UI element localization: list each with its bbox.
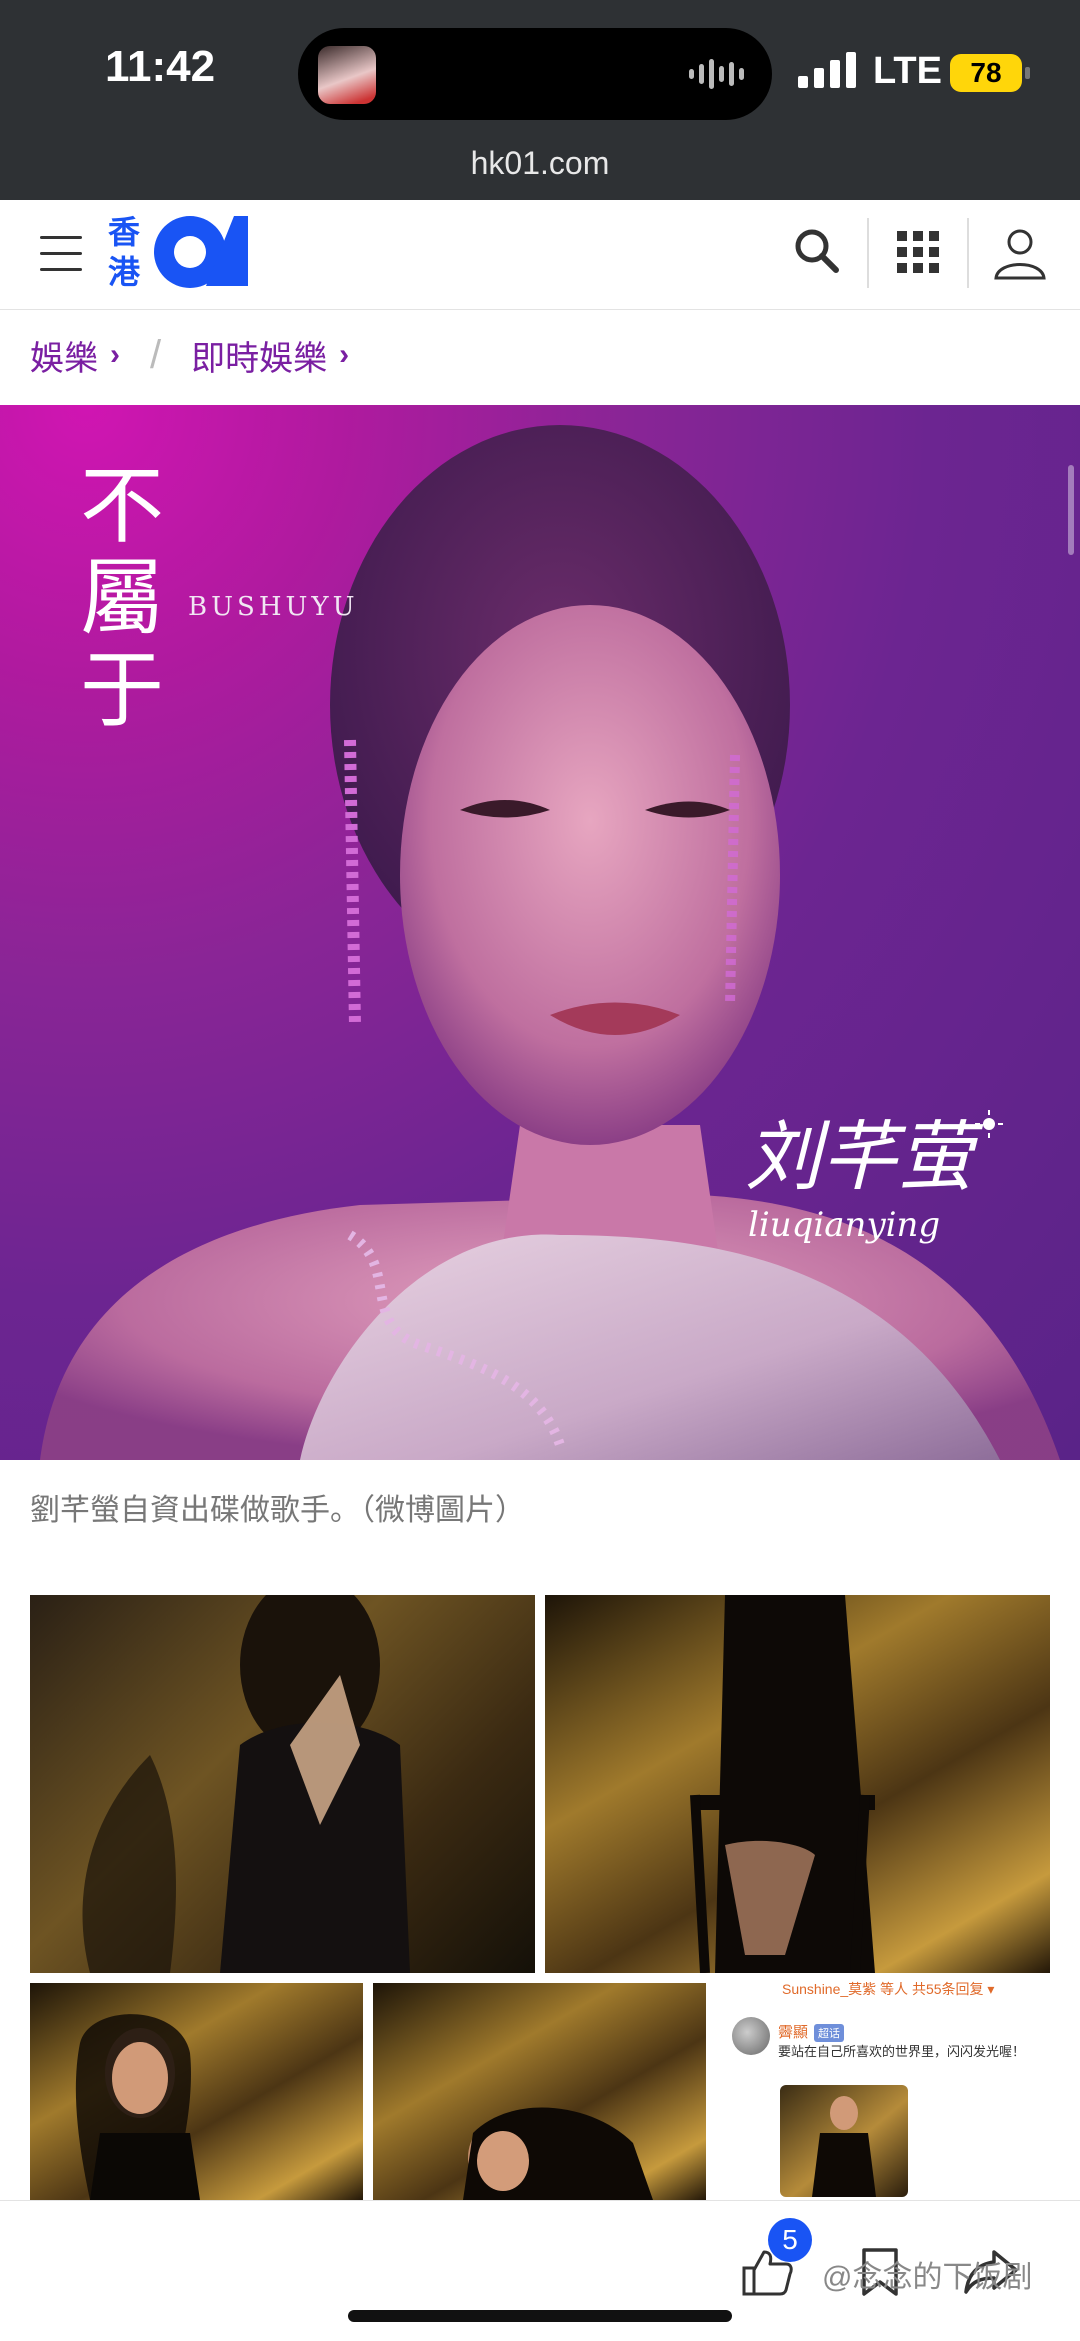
cellular-signal-icon: [798, 52, 856, 88]
photo-figure: [690, 1595, 875, 1973]
album-title: 不屬于: [80, 457, 165, 739]
gallery-photo[interactable]: [373, 1983, 706, 2200]
logo-text[interactable]: 香港: [108, 212, 144, 292]
home-indicator[interactable]: [348, 2310, 732, 2322]
user-profile-icon[interactable]: [990, 222, 1050, 282]
photo-figure: [812, 2096, 876, 2197]
hero-album-cover-image[interactable]: 不屬于 BUSHUYU 刘芊萤 liuqianying: [0, 405, 1080, 1460]
weibo-badge: 超话: [814, 2024, 845, 2042]
artist-name: 刘芊萤: [745, 1112, 973, 1201]
apps-grid-icon[interactable]: [888, 222, 948, 282]
weibo-username-text: 霽顯: [778, 2024, 809, 2041]
logo-01-icon[interactable]: [150, 212, 250, 292]
url-bar[interactable]: hk01.com: [0, 145, 1080, 182]
weibo-comment-snippet[interactable]: Sunshine_莫紫 等人 共55条回复 ▾ 霽顯 超话 要站在自己所喜欢的世界…: [720, 1975, 1060, 2200]
like-count-badge: 5: [768, 2218, 812, 2262]
breadcrumb: 娛樂 › / 即時娛樂 ›: [30, 330, 349, 380]
artist-pinyin: liuqianying: [748, 1205, 941, 1245]
site-header: 香港: [0, 200, 1080, 310]
menu-icon[interactable]: [40, 236, 82, 272]
photo-figure: [75, 2014, 200, 2200]
avatar: [732, 2017, 770, 2055]
status-time: 11:42: [105, 42, 216, 91]
breadcrumb-item-instant-entertainment[interactable]: 即時娛樂: [191, 331, 327, 380]
header-divider: [867, 218, 869, 288]
image-caption: 劉芊螢自資出碟做歌手。（微博圖片）: [30, 1494, 525, 1527]
gallery-photo[interactable]: [545, 1595, 1050, 1973]
weibo-comment-image: [780, 2085, 908, 2197]
album-title-romanized: BUSHUYU: [188, 592, 359, 622]
status-bar: 11:42 LTE 78 hk01.com: [0, 0, 1080, 200]
header-divider: [967, 218, 969, 288]
search-icon[interactable]: [788, 222, 848, 282]
chevron-right-icon: ›: [110, 338, 120, 371]
breadcrumb-separator: /: [150, 332, 162, 377]
battery-indicator: 78: [950, 54, 1030, 92]
gallery-photo[interactable]: [30, 1595, 535, 1973]
network-type: LTE: [873, 50, 942, 92]
gallery-photo[interactable]: [30, 1983, 363, 2200]
weibo-comment-text: 要站在自己所喜欢的世界里，闪闪发光喔！: [778, 2044, 1026, 2059]
photo-figure: [82, 1595, 410, 1973]
weibo-reply-header: Sunshine_莫紫 等人 共55条回复 ▾: [782, 1981, 995, 1997]
photo-figure: [463, 2107, 653, 2200]
chevron-right-icon: ›: [339, 338, 350, 371]
weibo-watermark: @念念的下饭剧: [822, 2261, 1033, 2294]
sun-icon: [975, 1110, 1003, 1138]
weibo-username: 霽顯 超话: [778, 2021, 845, 2042]
breadcrumb-item-entertainment[interactable]: 娛樂: [30, 331, 98, 380]
audio-waveform-icon: [689, 58, 744, 90]
now-playing-artwork: [318, 46, 376, 104]
dynamic-island[interactable]: [298, 28, 772, 120]
image-scroll-indicator: [1068, 465, 1074, 555]
